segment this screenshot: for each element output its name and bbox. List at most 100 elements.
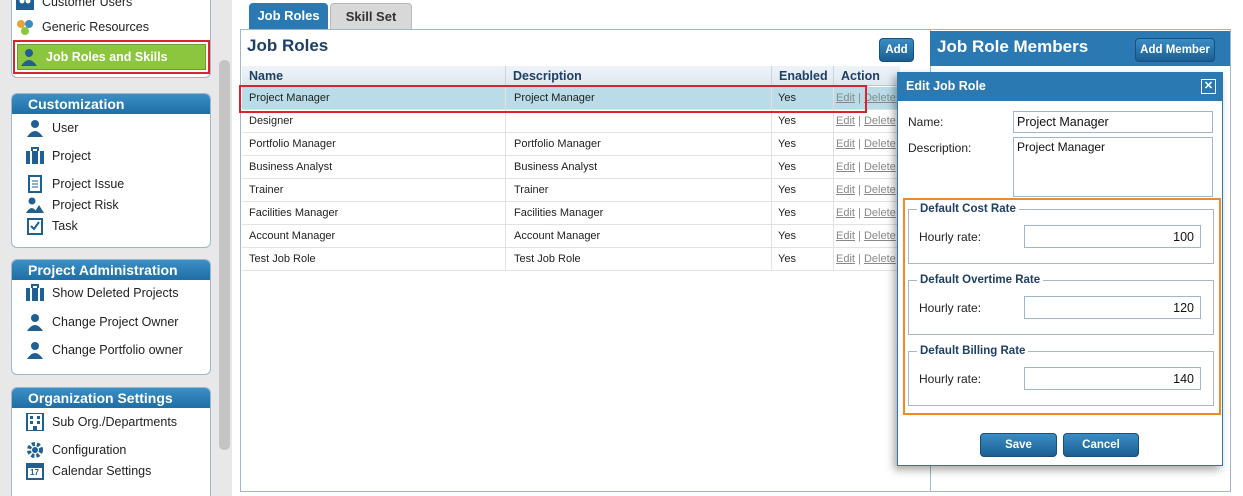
action-separator: | <box>858 161 861 173</box>
sidebar-item-label: User <box>52 121 79 135</box>
sidebar-item-label: Configuration <box>52 443 127 457</box>
table-row[interactable]: Trainer Trainer Yes Edit | Delete <box>242 179 900 202</box>
checkbox-icon <box>24 217 46 235</box>
edit-link[interactable]: Edit <box>836 184 855 196</box>
table-row[interactable]: Test Job Role Test Job Role Yes Edit | D… <box>242 248 900 271</box>
sidebar-item-label: Generic Resources <box>42 20 149 34</box>
cell-description: Facilities Manager <box>507 202 772 225</box>
building-icon <box>24 413 46 431</box>
members-title: Job Role Members <box>937 37 1089 56</box>
briefcase-icon <box>24 284 46 302</box>
sidebar-item-change-project-owner[interactable]: Change Project Owner <box>24 312 178 332</box>
user-icon <box>24 313 46 331</box>
table-row[interactable]: Account Manager Account Manager Yes Edit… <box>242 225 900 248</box>
organization-settings-header: Organization Settings <box>12 388 210 408</box>
rates-highlight-box <box>903 198 1221 415</box>
cell-action: Edit | Delete <box>834 202 900 225</box>
delete-link[interactable]: Delete <box>864 207 896 219</box>
column-header-name[interactable]: Name <box>242 66 506 86</box>
user-icon <box>24 341 46 359</box>
sidebar-item-change-portfolio-owner[interactable]: Change Portfolio owner <box>24 340 183 360</box>
sidebar-item-label: Customer Users <box>42 0 133 9</box>
cell-name: Business Analyst <box>242 156 506 179</box>
cell-enabled: Yes <box>772 248 834 271</box>
name-field[interactable] <box>1013 111 1213 133</box>
cancel-button[interactable]: Cancel <box>1063 433 1139 457</box>
close-icon[interactable]: ✕ <box>1201 79 1216 94</box>
delete-link[interactable]: Delete <box>864 230 896 242</box>
delete-link[interactable]: Delete <box>864 161 896 173</box>
column-header-enabled[interactable]: Enabled <box>772 66 834 86</box>
resources-icon <box>14 18 36 36</box>
save-button[interactable]: Save <box>980 433 1057 457</box>
add-button[interactable]: Add <box>879 38 914 62</box>
sidebar-item-generic-resources[interactable]: Generic Resources <box>14 17 149 37</box>
sidebar-item-project-risk[interactable]: Project Risk <box>24 195 119 215</box>
page-title: Job Roles <box>247 36 329 55</box>
edit-link[interactable]: Edit <box>836 161 855 173</box>
cell-name: Trainer <box>242 179 506 202</box>
cell-description: Account Manager <box>507 225 772 248</box>
edit-link[interactable]: Edit <box>836 207 855 219</box>
cell-action: Edit | Delete <box>834 225 900 248</box>
delete-link[interactable]: Delete <box>864 184 896 196</box>
customization-header: Customization <box>12 94 210 114</box>
edit-link[interactable]: Edit <box>836 230 855 242</box>
cell-action: Edit | Delete <box>834 156 900 179</box>
gear-icon <box>24 441 46 459</box>
sidebar-item-label: Show Deleted Projects <box>52 286 179 300</box>
sidebar-item-project-issue[interactable]: Project Issue <box>24 174 124 194</box>
description-field[interactable]: Project Manager <box>1013 137 1213 197</box>
table-row[interactable]: Business Analyst Business Analyst Yes Ed… <box>242 156 900 179</box>
sidebar-item-label: Change Project Owner <box>52 315 179 329</box>
cell-enabled: Yes <box>772 110 834 133</box>
sidebar-item-sub-org-departments[interactable]: Sub Org./Departments <box>24 412 177 432</box>
sidebar-item-configuration[interactable]: Configuration <box>24 440 126 460</box>
sidebar-item-label: Sub Org./Departments <box>52 415 178 429</box>
sidebar-item-calendar-settings[interactable]: 17 Calendar Settings <box>24 461 151 481</box>
cell-enabled: Yes <box>772 179 834 202</box>
edit-link[interactable]: Edit <box>836 253 855 265</box>
document-icon <box>24 175 46 193</box>
edit-link[interactable]: Edit <box>836 138 855 150</box>
sidebar-item-label: Project Risk <box>52 198 119 212</box>
sidebar-item-user[interactable]: User <box>24 118 78 138</box>
sidebar: Customer Users Generic Resources Job Rol… <box>0 0 232 496</box>
sidebar-item-label: Task <box>52 219 78 233</box>
cell-name: Portfolio Manager <box>242 133 506 156</box>
table-row[interactable]: Portfolio Manager Portfolio Manager Yes … <box>242 133 900 156</box>
sidebar-item-task[interactable]: Task <box>24 216 78 236</box>
sidebar-scrollbar-thumb[interactable] <box>219 60 230 450</box>
column-header-description[interactable]: Description <box>506 66 772 86</box>
table-row[interactable]: Designer Yes Edit | Delete <box>242 110 900 133</box>
dialog-title: Edit Job Role <box>906 79 986 93</box>
delete-link[interactable]: Delete <box>864 138 896 150</box>
cell-description: Trainer <box>507 179 772 202</box>
cell-name: Account Manager <box>242 225 506 248</box>
sidebar-item-project[interactable]: Project <box>24 146 91 166</box>
delete-link[interactable]: Delete <box>864 115 896 127</box>
sidebar-item-customer-users[interactable]: Customer Users <box>14 0 132 12</box>
cell-description: Portfolio Manager <box>507 133 772 156</box>
tab-skill-set[interactable]: Skill Set <box>330 3 412 29</box>
description-label: Description: <box>908 141 972 155</box>
users-icon <box>14 0 36 11</box>
user-icon <box>24 119 46 137</box>
cell-action: Edit | Delete <box>834 110 900 133</box>
tab-job-roles[interactable]: Job Roles <box>249 3 328 29</box>
sidebar-item-label: Change Portfolio owner <box>52 343 183 357</box>
name-label: Name: <box>908 115 944 129</box>
cell-action: Edit | Delete <box>834 179 900 202</box>
cell-enabled: Yes <box>772 202 834 225</box>
sidebar-item-show-deleted-projects[interactable]: Show Deleted Projects <box>24 283 178 303</box>
delete-link[interactable]: Delete <box>864 253 896 265</box>
cell-name: Facilities Manager <box>242 202 506 225</box>
action-separator: | <box>858 253 861 265</box>
edit-link[interactable]: Edit <box>836 115 855 127</box>
column-header-action[interactable]: Action <box>834 66 900 86</box>
action-separator: | <box>858 138 861 150</box>
risk-icon <box>24 196 46 214</box>
delete-link[interactable]: Delete <box>864 92 896 104</box>
add-member-button[interactable]: Add Member <box>1135 38 1215 62</box>
table-row[interactable]: Facilities Manager Facilities Manager Ye… <box>242 202 900 225</box>
